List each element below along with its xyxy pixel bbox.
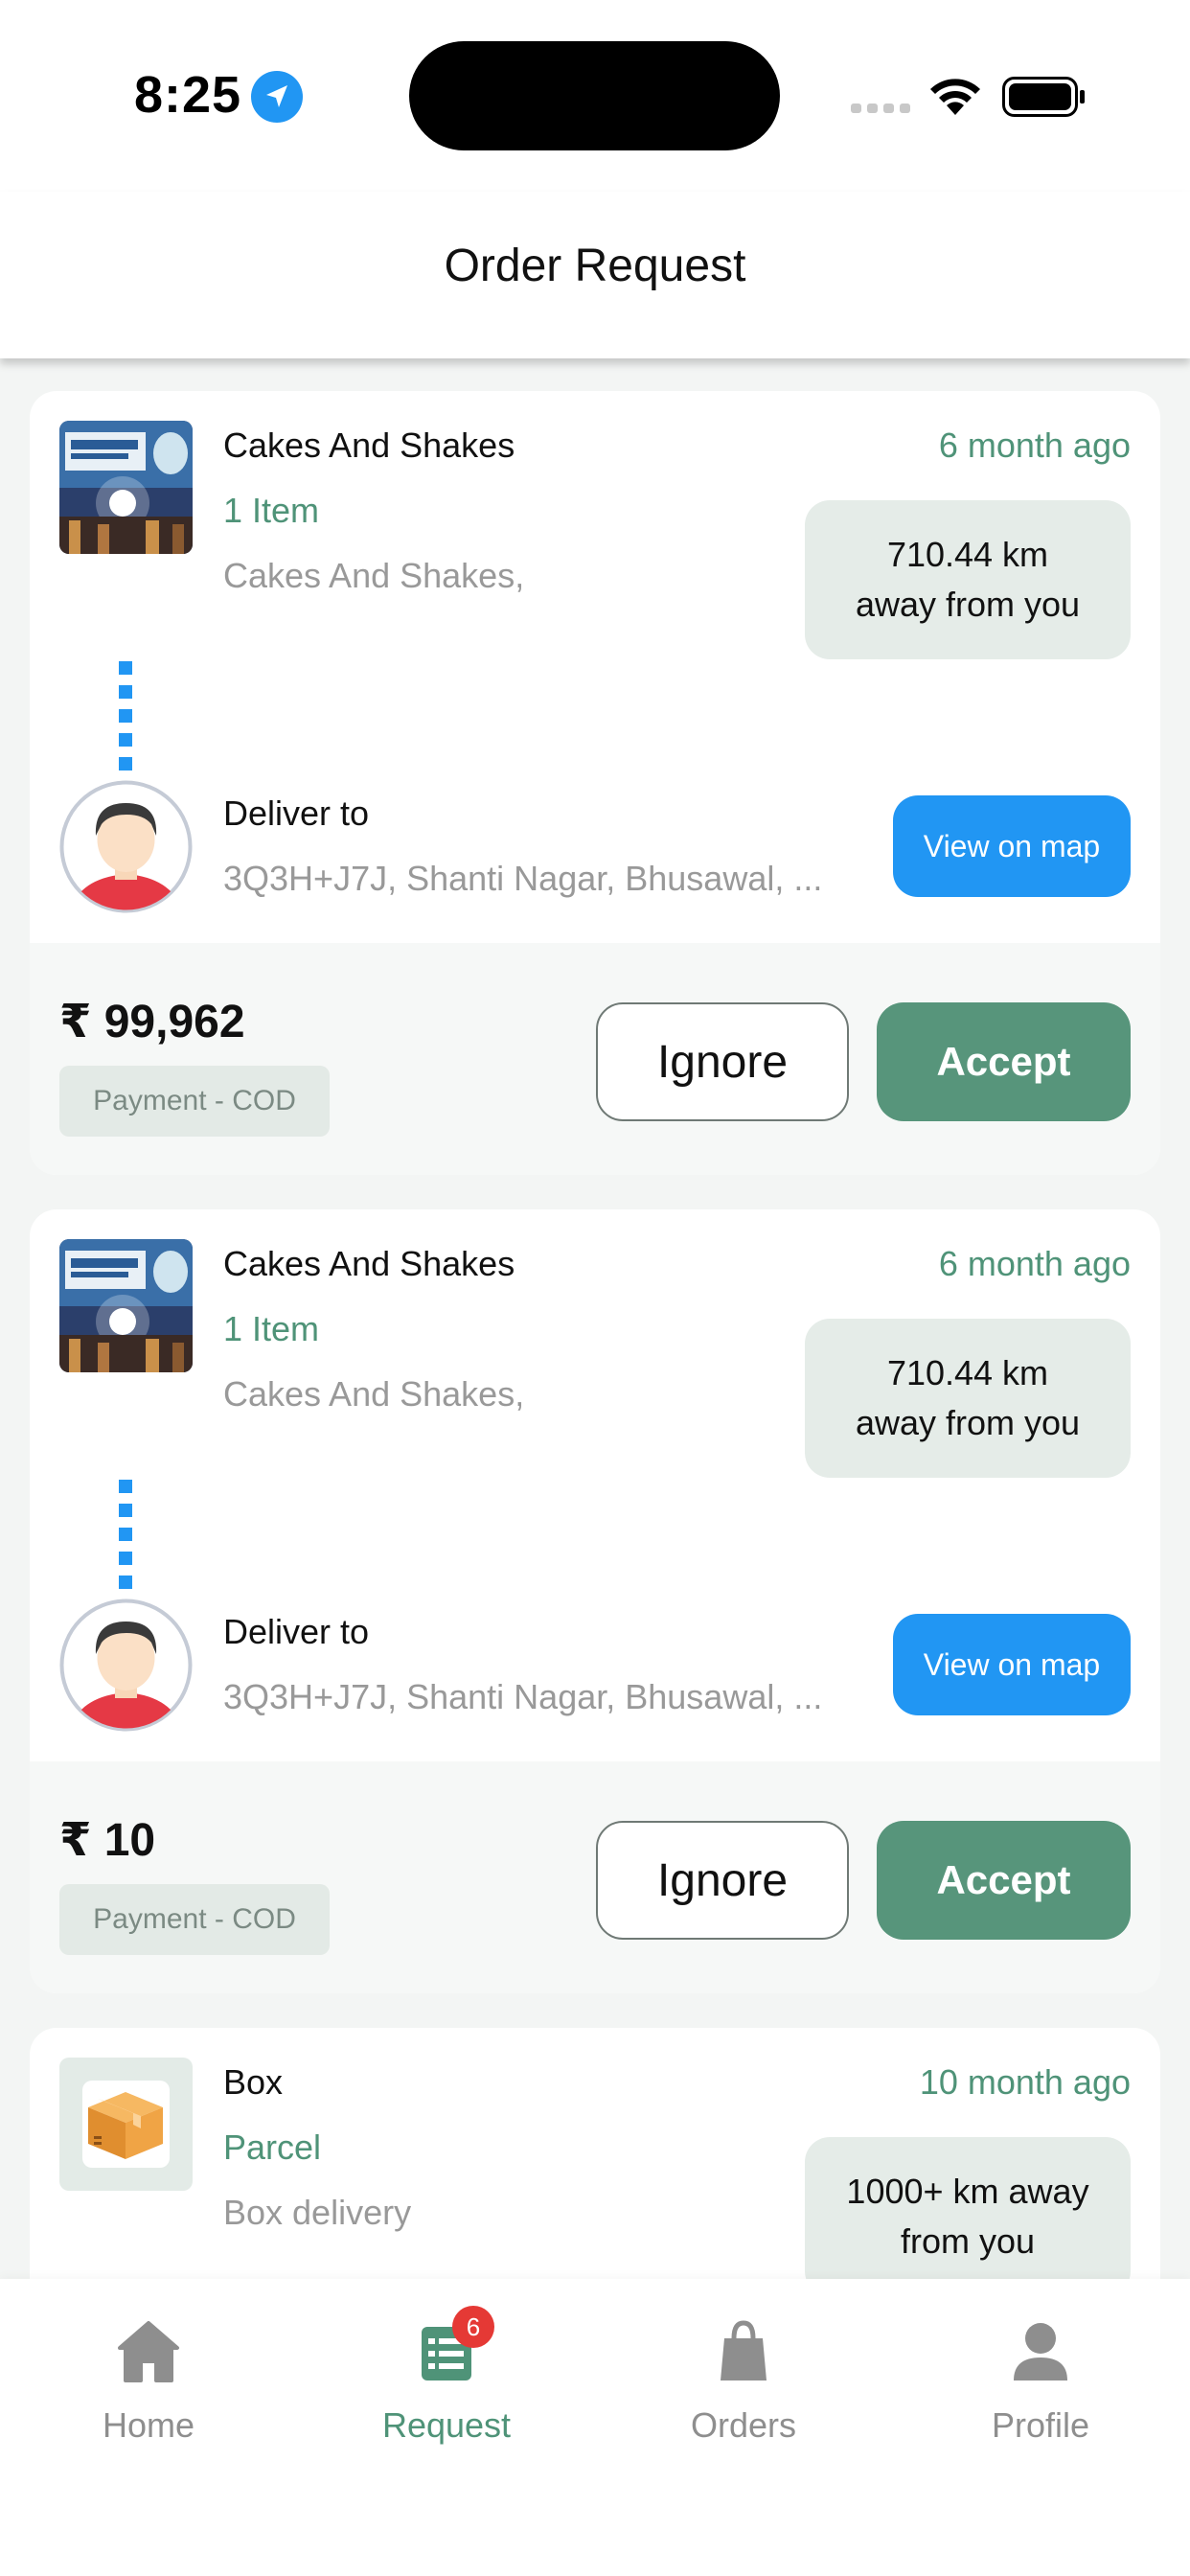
order-card[interactable]: Cakes And Shakes 1 Item Cakes And Shakes… [30,1209,1160,1993]
view-on-map-button[interactable]: View on map [893,1614,1131,1715]
order-time-ago: 10 month ago [919,2062,1131,2102]
distance-caption: away from you [855,585,1081,624]
deliver-to-label: Deliver to [223,1612,370,1651]
dynamic-island [409,41,780,150]
wifi-icon [930,79,980,115]
bottom-navigation: Home 6 Request Orders Profile [0,2279,1190,2576]
nav-profile[interactable]: Profile [926,2317,1156,2480]
accept-button[interactable]: Accept [877,1002,1131,1121]
order-card[interactable]: Box Parcel Box delivery 10 month ago 100… [30,2028,1160,2279]
delivery-address: 3Q3H+J7J, Shanti Nagar, Bhusawal, ... [223,1677,823,1716]
store-address: Cakes And Shakes, [223,556,525,595]
page-title: Order Request [444,241,746,291]
person-icon [1014,2323,1067,2380]
shopping-bag-icon [721,2320,767,2380]
payment-method-badge: Payment - COD [59,1066,330,1137]
route-dotted-line [119,661,132,770]
store-name: Cakes And Shakes [223,426,515,465]
customer-avatar [59,1598,193,1732]
order-footer: ₹ 99,962 Payment - COD Ignore Accept [30,943,1160,1175]
order-request-list[interactable]: Cakes And Shakes 1 Item Cakes And Shakes… [0,358,1190,2279]
location-arrow-icon [251,71,303,123]
parcel-box-icon [59,2058,193,2191]
deliver-to-label: Deliver to [223,794,370,833]
cellular-signal-icon [851,104,910,113]
item-count: 1 Item [223,1309,320,1348]
order-request-screen: 8:25 Order Request Cakes And Shakes 1 It… [0,0,1190,2576]
nav-profile-label: Profile [991,2405,1090,2445]
order-footer: ₹ 10 Payment - COD Ignore Accept [30,1761,1160,1993]
app-header: Order Request [0,192,1190,358]
distance-caption: from you [900,2221,1036,2261]
nav-request-label: Request [381,2405,512,2445]
order-card[interactable]: Cakes And Shakes 1 Item Cakes And Shakes… [30,391,1160,1175]
store-name: Cakes And Shakes [223,1244,515,1283]
store-image [59,1239,193,1372]
distance-badge: 710.44 km away from you [805,500,1131,659]
ignore-button[interactable]: Ignore [596,1821,849,1940]
status-bar: 8:25 [0,0,1190,192]
order-time-ago: 6 month ago [938,1244,1131,1283]
nav-request[interactable]: 6 Request [332,2306,561,2480]
battery-icon [1002,77,1085,117]
payment-method-badge: Payment - COD [59,1884,330,1955]
nav-orders[interactable]: Orders [629,2317,858,2480]
view-on-map-button[interactable]: View on map [893,795,1131,897]
order-price: ₹ 10 [59,1815,156,1866]
home-icon [118,2321,179,2382]
order-price: ₹ 99,962 [59,997,245,1047]
status-time: 8:25 [134,66,242,124]
delivery-address: 3Q3H+J7J, Shanti Nagar, Bhusawal, ... [223,859,823,898]
item-count: Parcel [223,2128,322,2167]
order-time-ago: 6 month ago [938,426,1131,465]
request-count-badge: 6 [452,2306,494,2348]
distance-value: 710.44 km [886,1353,1049,1392]
store-name: Box [223,2062,284,2102]
store-address: Cakes And Shakes, [223,1374,525,1414]
distance-caption: away from you [855,1403,1081,1442]
distance-badge: 710.44 km away from you [805,1319,1131,1478]
distance-value: 710.44 km [886,535,1049,574]
ignore-button[interactable]: Ignore [596,1002,849,1121]
nav-orders-label: Orders [690,2405,797,2445]
store-image [59,421,193,554]
customer-avatar [59,780,193,913]
nav-home-label: Home [102,2405,195,2445]
nav-home[interactable]: Home [34,2317,263,2480]
item-count: 1 Item [223,491,320,530]
store-address: Box delivery [223,2193,412,2232]
route-dotted-line [119,1480,132,1589]
distance-value: 1000+ km away [846,2172,1089,2211]
distance-badge: 1000+ km away from you [805,2137,1131,2279]
accept-button[interactable]: Accept [877,1821,1131,1940]
